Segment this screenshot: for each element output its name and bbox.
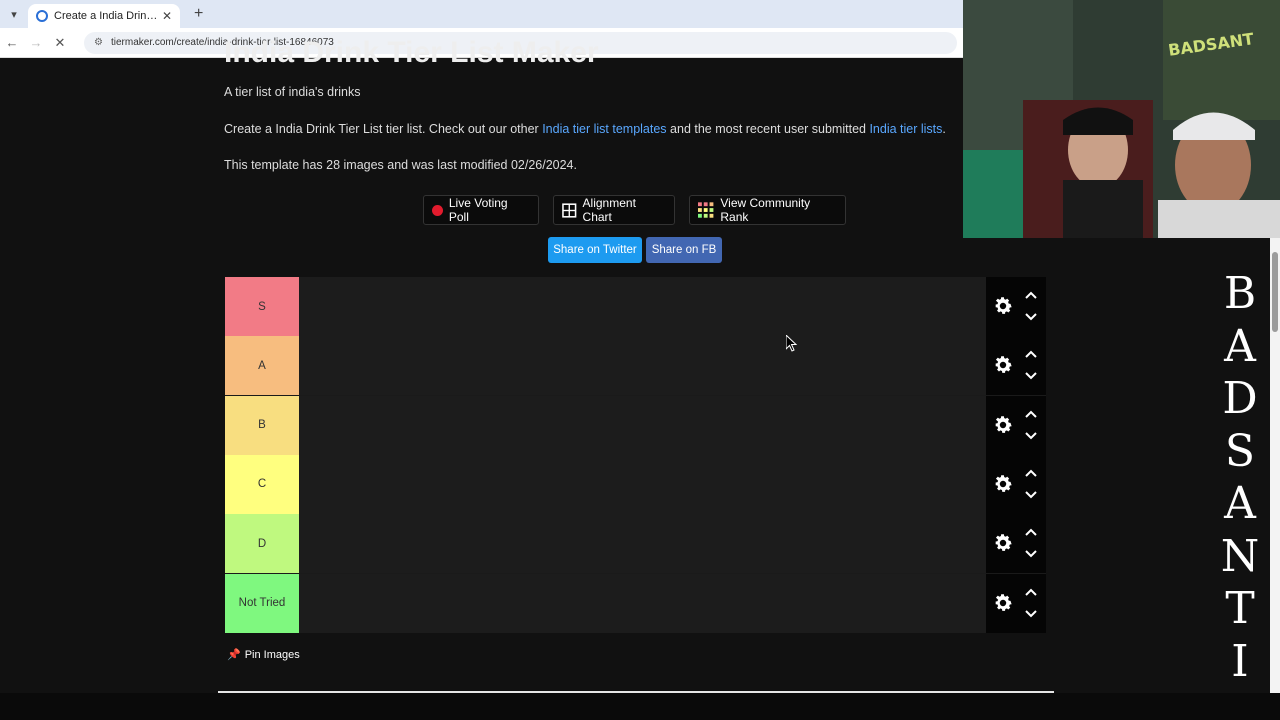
community-rank-label: View Community Rank bbox=[720, 196, 811, 224]
live-voting-poll-button[interactable]: Live Voting Poll bbox=[423, 195, 539, 225]
tier-controls bbox=[986, 514, 1046, 574]
intro-post: . bbox=[942, 122, 946, 136]
chevron-down-icon[interactable] bbox=[1024, 431, 1038, 441]
banner-letter: B bbox=[1223, 268, 1257, 319]
vertical-name-banner: BADSANTI bbox=[1205, 238, 1270, 693]
community-rank-grid-icon bbox=[698, 201, 714, 218]
tier-drop-zone[interactable] bbox=[299, 514, 986, 574]
live-voting-label: Live Voting Poll bbox=[448, 196, 508, 224]
banner-letter: A bbox=[1224, 320, 1256, 372]
tier-label[interactable]: S bbox=[225, 277, 299, 336]
tier-controls bbox=[986, 336, 1046, 396]
grid-icon bbox=[562, 202, 577, 218]
tier-controls bbox=[986, 277, 1046, 336]
page-scrollbar[interactable] bbox=[1270, 238, 1280, 693]
intro-pre: Create a India Drink Tier List tier list… bbox=[224, 122, 543, 136]
gear-icon[interactable] bbox=[992, 295, 1014, 317]
gear-icon[interactable] bbox=[992, 414, 1014, 436]
tier-drop-zone[interactable] bbox=[299, 395, 986, 455]
browser-tab-bar: ▾ Create a India Drink Tier List - Tie ✕… bbox=[0, 0, 963, 28]
new-tab-icon[interactable]: + bbox=[194, 5, 203, 23]
chevron-up-icon[interactable] bbox=[1024, 468, 1038, 478]
chevron-down-icon[interactable] bbox=[1024, 371, 1038, 381]
chevron-up-icon[interactable] bbox=[1024, 349, 1038, 359]
browser-tab-active[interactable]: Create a India Drink Tier List - Tie ✕ bbox=[28, 4, 180, 28]
banner-letter: A bbox=[1224, 478, 1256, 529]
mouse-cursor-icon bbox=[786, 335, 798, 352]
scrollbar-thumb[interactable] bbox=[1272, 252, 1278, 332]
tier-label[interactable]: D bbox=[225, 514, 299, 574]
tier-row: C bbox=[225, 454, 1046, 514]
tier-row: A bbox=[225, 336, 1046, 396]
tier-label[interactable]: B bbox=[225, 395, 299, 455]
chevron-up-icon[interactable] bbox=[1024, 409, 1038, 419]
gear-icon[interactable] bbox=[992, 354, 1014, 376]
chevron-down-icon[interactable] bbox=[1024, 490, 1038, 500]
tier-controls bbox=[986, 395, 1046, 455]
tier-label[interactable]: Not Tried bbox=[225, 573, 299, 633]
alignment-chart-button[interactable]: Alignment Chart bbox=[553, 195, 675, 225]
share-twitter-button[interactable]: Share on Twitter bbox=[548, 237, 642, 263]
india-tier-lists-link[interactable]: India tier lists bbox=[869, 122, 942, 136]
site-info-icon[interactable]: ⚙ bbox=[94, 37, 103, 48]
page-intro: Create a India Drink Tier List tier list… bbox=[224, 122, 946, 136]
view-community-rank-button[interactable]: View Community Rank bbox=[689, 195, 846, 225]
back-icon[interactable]: ← bbox=[0, 35, 24, 50]
pin-images-label: Pin Images bbox=[244, 648, 300, 661]
banner-letter: I bbox=[1231, 635, 1249, 687]
tier-label[interactable]: C bbox=[225, 454, 299, 514]
tier-controls bbox=[986, 454, 1046, 514]
banner-letter: D bbox=[1222, 373, 1258, 424]
gear-icon[interactable] bbox=[992, 532, 1014, 554]
tier-drop-zone[interactable] bbox=[299, 454, 986, 514]
bottom-bar bbox=[0, 693, 1280, 720]
webcam-overlay: BADSANT bbox=[963, 0, 1280, 238]
gear-icon[interactable] bbox=[992, 473, 1014, 495]
tiermaker-favicon-icon bbox=[36, 10, 48, 22]
share-fb-button[interactable]: Share on FB bbox=[646, 237, 722, 263]
chevron-down-icon[interactable] bbox=[1024, 609, 1038, 619]
tier-row: S bbox=[225, 277, 1046, 336]
chevron-up-icon[interactable] bbox=[1024, 527, 1038, 537]
banner-letter: N bbox=[1220, 530, 1260, 582]
tier-label[interactable]: A bbox=[225, 336, 299, 396]
tab-title: Create a India Drink Tier List - Tie bbox=[54, 10, 158, 22]
tier-drop-zone[interactable] bbox=[299, 277, 986, 336]
tier-drop-zone[interactable] bbox=[299, 573, 986, 633]
pushpin-icon: 📌 bbox=[227, 649, 241, 661]
pin-images-toggle[interactable]: 📌 Pin Images bbox=[227, 648, 300, 662]
tab-close-icon[interactable]: ✕ bbox=[162, 9, 172, 23]
chevron-up-icon[interactable] bbox=[1024, 290, 1038, 300]
india-templates-link[interactable]: India tier list templates bbox=[542, 122, 666, 136]
stop-loading-icon[interactable]: ✕ bbox=[48, 35, 72, 51]
tab-search-chevron-icon[interactable]: ▾ bbox=[0, 0, 28, 28]
intro-mid: and the most recent user submitted bbox=[666, 122, 870, 136]
tier-list: S A B C D Not Tried bbox=[225, 277, 1046, 633]
gear-icon[interactable] bbox=[992, 592, 1014, 614]
tier-row: D bbox=[225, 514, 1046, 574]
tier-drop-zone[interactable] bbox=[299, 336, 986, 396]
tier-row: Not Tried bbox=[225, 573, 1046, 633]
record-dot-icon bbox=[432, 204, 443, 216]
alignment-chart-label: Alignment Chart bbox=[582, 196, 636, 224]
page-title: India Drink Tier List Maker bbox=[224, 36, 599, 69]
template-meta: This template has 28 images and was last… bbox=[224, 158, 577, 172]
tier-controls bbox=[986, 573, 1046, 633]
banner-letter: T bbox=[1225, 583, 1255, 634]
chevron-down-icon[interactable] bbox=[1024, 549, 1038, 559]
forward-icon[interactable]: → bbox=[24, 35, 48, 50]
tier-row: B bbox=[225, 395, 1046, 455]
chevron-down-icon[interactable] bbox=[1024, 312, 1038, 322]
chevron-up-icon[interactable] bbox=[1024, 587, 1038, 597]
page-subtitle: A tier list of india's drinks bbox=[224, 85, 361, 99]
banner-letter: S bbox=[1224, 425, 1256, 477]
